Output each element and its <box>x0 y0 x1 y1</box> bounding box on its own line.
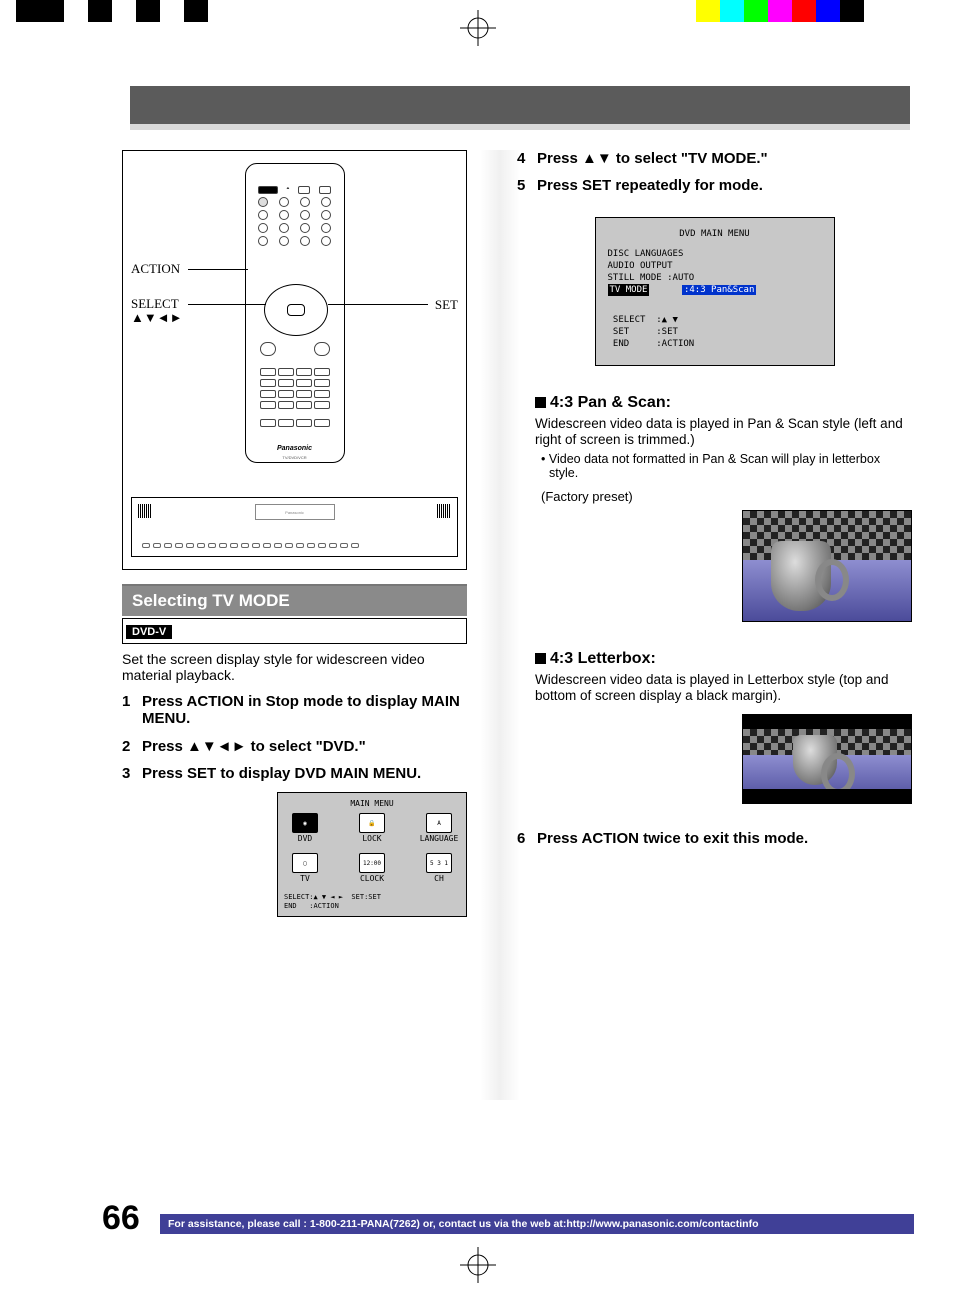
pan-scan-note: • Video data not formatted in Pan & Scan… <box>535 452 912 481</box>
dvd-menu-row: STILL MODE :AUTO <box>608 272 822 284</box>
osd-icon-tv: ▢ <box>292 853 318 873</box>
dvd-menu-hl-key: TV MODE <box>608 284 650 296</box>
callout-select: SELECT ▲▼◄► <box>131 297 182 326</box>
remote-body: ⏏ Panasonic TV/D <box>245 163 345 463</box>
osd-icon-clock: 12:00 <box>359 853 385 873</box>
remote-figure: ⏏ Panasonic TV/D <box>122 150 467 570</box>
dvd-menu-title: DVD MAIN MENU <box>608 228 822 240</box>
intro-text: Set the screen display style for widescr… <box>122 651 467 683</box>
dvd-menu-row: AUDIO OUTPUT <box>608 260 822 272</box>
letterbox-thumbnail <box>742 714 912 804</box>
callout-set: SET <box>435 297 458 313</box>
osd-label-language: LANGUAGE <box>420 834 459 843</box>
dvd-main-menu-osd: DVD MAIN MENU DISC LANGUAGESAUDIO OUTPUT… <box>595 217 835 366</box>
step-1: 1Press ACTION in Stop mode to display MA… <box>122 693 467 728</box>
step-2: 2Press ▲▼◄► to select "DVD." <box>122 738 467 755</box>
registration-mark-top <box>460 10 496 46</box>
callout-select-label: SELECT <box>131 297 182 311</box>
osd-label-ch: CH <box>434 874 444 883</box>
pan-scan-thumbnail <box>742 510 912 622</box>
assistance-footer: For assistance, please call : 1-800-211-… <box>160 1214 914 1234</box>
dvd-menu-hl-val: :4:3 Pan&Scan <box>682 285 756 295</box>
step-6: 6 Press ACTION twice to exit this mode. <box>517 830 912 847</box>
page-number: 66 <box>102 1199 140 1238</box>
header-bar <box>130 86 910 124</box>
section-title: Selecting TV MODE <box>122 584 467 616</box>
dvd-menu-foot: SELECT :▲ ▼ SET :SET END :ACTION <box>608 314 822 350</box>
pan-scan-heading: 4:3 Pan & Scan: <box>535 394 912 412</box>
dvd-vcr-unit: Panasonic <box>131 497 458 557</box>
osd-label-dvd: DVD <box>298 834 312 843</box>
osd-icon-ch: 5 3 1 <box>426 853 452 873</box>
osd-icon-dvd: ◉ <box>292 813 318 833</box>
remote-brand: Panasonic <box>246 445 344 452</box>
square-bullet-icon <box>535 397 546 408</box>
step-5: 5Press SET repeatedly for mode. <box>517 177 912 194</box>
step-4: 4Press ▲▼ to select "TV MODE." <box>517 150 912 167</box>
main-menu-osd: MAIN MENU ◉DVD 🔒LOCK ALANGUAGE ▢TV 12:00… <box>277 792 467 917</box>
osd-label-tv: TV <box>300 874 310 883</box>
remote-model: TV/DVD/VCR <box>246 455 344 460</box>
dvd-v-badge: DVD-V <box>126 625 172 639</box>
registration-mark-bottom <box>460 1247 496 1288</box>
header-underline <box>130 124 910 130</box>
osd-label-clock: CLOCK <box>360 874 384 883</box>
letterbox-heading: 4:3 Letterbox: <box>535 650 912 668</box>
factory-preset: (Factory preset) <box>541 489 912 504</box>
letterbox-text: Widescreen video data is played in Lette… <box>535 672 912 704</box>
remote-navpad <box>264 284 328 336</box>
callout-select-arrows: ▲▼◄► <box>131 311 182 325</box>
step-3: 3Press SET to display DVD MAIN MENU. <box>122 765 467 782</box>
dvd-menu-row: DISC LANGUAGES <box>608 248 822 260</box>
callout-action: ACTION <box>131 261 180 277</box>
main-menu-title: MAIN MENU <box>284 799 460 808</box>
osd-icon-language: A <box>426 813 452 833</box>
section-badge-row: DVD-V <box>122 618 467 644</box>
osd-foot2: END :ACTION <box>284 902 460 910</box>
osd-label-lock: LOCK <box>362 834 381 843</box>
pan-scan-text: Widescreen video data is played in Pan &… <box>535 416 912 448</box>
square-bullet-icon <box>535 653 546 664</box>
osd-icon-lock: 🔒 <box>359 813 385 833</box>
osd-foot1: SELECT:▲ ▼ ◄ ► SET:SET <box>284 893 460 901</box>
